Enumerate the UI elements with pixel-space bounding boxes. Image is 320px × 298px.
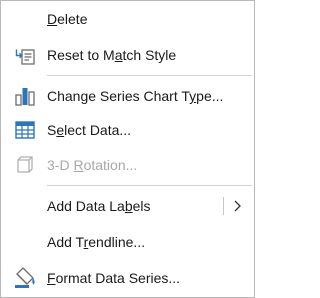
menu-item-change-series-chart-type[interactable]: Change Series Chart Type...: [1, 81, 254, 111]
menu-item-3d-rotation: 3-D Rotation...: [1, 150, 254, 180]
menu-item-label: Add Trendline...: [47, 234, 146, 250]
menu-separator: [47, 185, 252, 186]
menu-item-add-trendline[interactable]: Add Trendline...: [1, 227, 254, 257]
menu-item-reset-to-match-style[interactable]: Reset to Match Style: [1, 40, 254, 70]
menu-item-add-data-labels[interactable]: Add Data Labels: [1, 191, 254, 221]
chart-type-icon: [13, 84, 37, 108]
reset-style-icon: [13, 44, 37, 68]
chevron-right-icon: [232, 199, 242, 213]
menu-item-select-data[interactable]: Select Data...: [1, 115, 254, 145]
chart-context-menu: Delete Reset to Match Style Change Serie…: [0, 0, 255, 298]
menu-item-delete[interactable]: Delete: [1, 4, 254, 34]
menu-item-label: Delete: [47, 11, 88, 27]
rotation-3d-icon: [13, 153, 37, 177]
menu-item-label: Format Data Series...: [47, 270, 181, 286]
menu-item-label: Change Series Chart Type...: [47, 88, 224, 104]
menu-item-label: Add Data Labels: [47, 198, 151, 214]
menu-item-label: 3-D Rotation...: [47, 157, 138, 173]
submenu-divider: [223, 197, 224, 215]
format-paint-icon: [13, 265, 37, 289]
menu-item-format-data-series[interactable]: Format Data Series...: [1, 263, 254, 293]
menu-item-label: Select Data...: [47, 122, 132, 138]
select-data-icon: [13, 118, 37, 142]
menu-item-label: Reset to Match Style: [47, 47, 177, 63]
menu-separator: [47, 75, 252, 76]
